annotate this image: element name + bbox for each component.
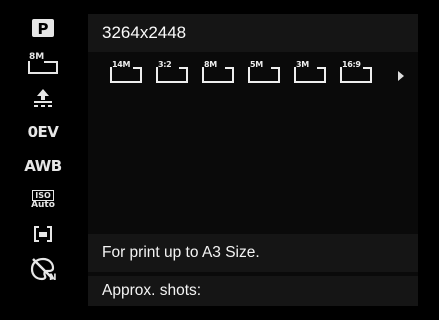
white-balance-label: AWB [24, 157, 62, 175]
exposure-label: 0EV [27, 123, 59, 141]
size-frame-icon [202, 67, 234, 83]
size-option-5m[interactable]: 5M [246, 60, 284, 86]
size-option-3-2[interactable]: 3:2 [154, 60, 192, 86]
size-options-row: 14M 3:2 8M 5M 3M 16:9 [88, 58, 418, 90]
resolution-value: 3264x2448 [102, 23, 187, 42]
program-mode-letter: P [38, 20, 49, 38]
color-mode-icon[interactable]: N [12, 252, 74, 284]
svg-text:N: N [49, 273, 57, 281]
size-frame-icon [248, 67, 280, 83]
size-option-16-9[interactable]: 16:9 [338, 60, 376, 86]
scroll-right-icon[interactable] [398, 71, 404, 81]
quality-icon[interactable] [12, 82, 74, 114]
size-option-14m[interactable]: 14M [108, 60, 146, 86]
image-size-panel: 3264x2448 14M 3:2 8M 5M 3M 16:9 For prin… [88, 14, 418, 306]
size-frame-icon [110, 67, 142, 83]
print-description: For print up to A3 Size. [102, 244, 260, 261]
iso-sub-label: Auto [31, 200, 55, 210]
shots-bar: Approx. shots: [88, 276, 418, 306]
size-frame-icon [340, 67, 372, 83]
description-bar: For print up to A3 Size. [88, 234, 418, 272]
exposure-icon[interactable]: 0EV [12, 116, 74, 148]
size-frame-icon [156, 67, 188, 83]
size-frame-icon [294, 67, 326, 83]
image-size-icon[interactable]: 8M [12, 48, 74, 80]
settings-sidebar: P 8M 0EV AWB ISO Auto N [12, 8, 74, 312]
iso-icon[interactable]: ISO Auto [12, 184, 74, 216]
white-balance-icon[interactable]: AWB [12, 150, 74, 182]
resolution-bar: 3264x2448 [88, 14, 418, 52]
size-option-8m[interactable]: 8M [200, 60, 238, 86]
size-option-3m[interactable]: 3M [292, 60, 330, 86]
approx-shots-label: Approx. shots: [102, 282, 202, 299]
metering-icon[interactable] [12, 218, 74, 250]
program-mode-icon[interactable]: P [12, 12, 74, 44]
